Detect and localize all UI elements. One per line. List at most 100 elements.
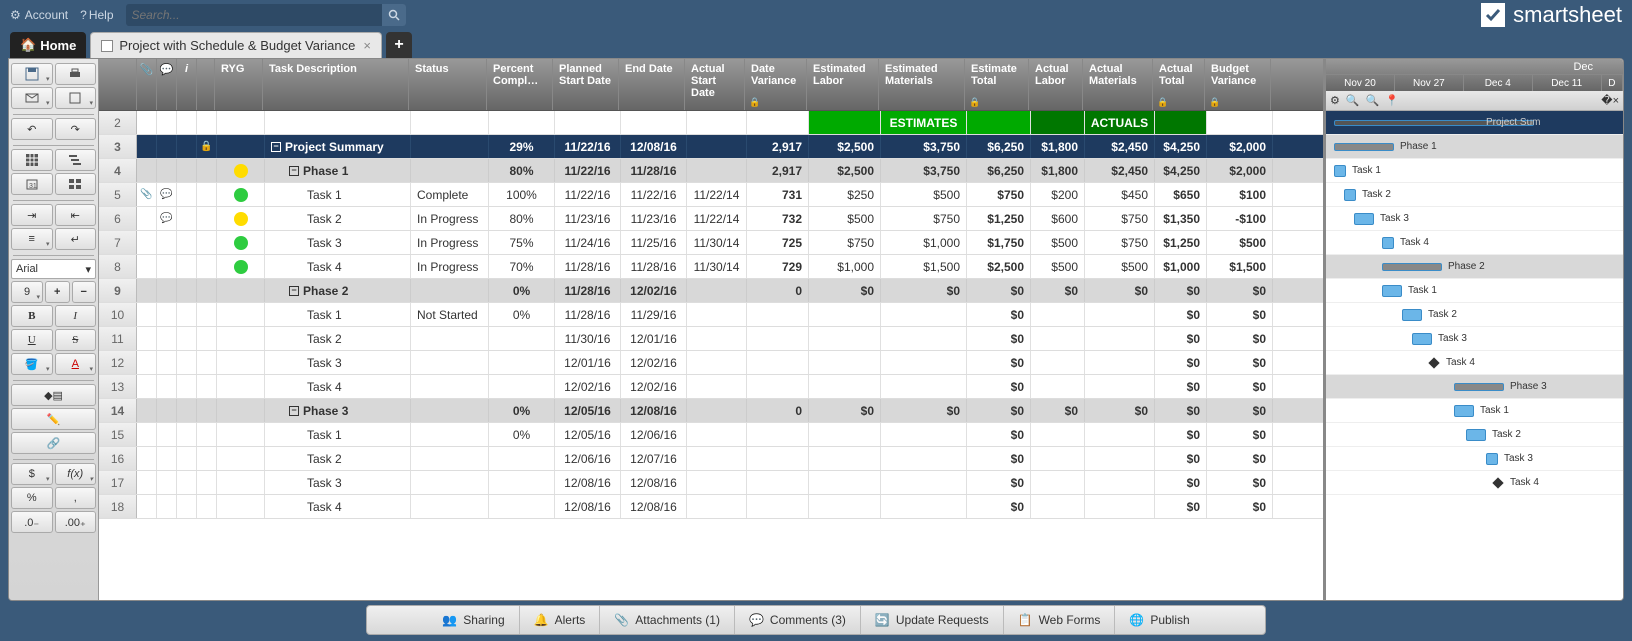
cell[interactable]: 11/30/14 [687,231,747,254]
search-field[interactable] [126,4,406,26]
cell[interactable] [1085,303,1155,326]
cell[interactable]: 12/08/16 [555,495,621,518]
print-button[interactable] [55,63,97,85]
col-pct[interactable]: Percent Compl… [487,59,553,110]
cell[interactable] [137,207,157,230]
cell[interactable] [137,303,157,326]
cell[interactable] [411,375,489,398]
cell[interactable]: $750 [809,231,881,254]
footer-comments[interactable]: 💬Comments (3) [735,606,861,634]
cell[interactable]: 100% [489,183,555,206]
cell[interactable]: $0 [1031,279,1085,302]
cell[interactable] [1031,375,1085,398]
cell[interactable]: $500 [881,183,967,206]
cell[interactable]: $2,000 [1207,159,1273,182]
cell[interactable]: 💬 [157,207,177,230]
cell[interactable]: 13 [99,375,137,398]
col-astart[interactable]: Actual Start Date [685,59,745,110]
cell[interactable]: $0 [1207,375,1273,398]
cell[interactable]: 12 [99,351,137,374]
cell[interactable] [1085,471,1155,494]
cell[interactable] [197,255,217,278]
cell[interactable] [217,471,265,494]
cell[interactable]: ESTIMATES [881,111,967,134]
save-button[interactable]: ▾ [11,63,53,85]
cell[interactable]: 11/23/16 [555,207,621,230]
cell[interactable]: 11/30/16 [555,327,621,350]
cell[interactable] [197,423,217,446]
footer-webforms[interactable]: 📋Web Forms [1004,606,1116,634]
cell[interactable] [687,471,747,494]
cell[interactable]: Task 2 [265,447,411,470]
cell[interactable]: 12/08/16 [621,135,687,158]
cell[interactable] [687,495,747,518]
cell[interactable]: $4,250 [1155,135,1207,158]
cell[interactable]: Task 2 [265,207,411,230]
cell[interactable] [157,255,177,278]
cell[interactable]: 11/22/16 [621,183,687,206]
cell[interactable] [881,375,967,398]
cell[interactable]: $2,000 [1207,135,1273,158]
cell[interactable]: $750 [1085,207,1155,230]
footer-alerts[interactable]: 🔔Alerts [520,606,601,634]
cell[interactable] [217,255,265,278]
cell[interactable]: $600 [1031,207,1085,230]
cell[interactable] [137,471,157,494]
cell[interactable]: Task 2 [265,327,411,350]
redo-button[interactable]: ↷ [55,118,97,140]
cell[interactable]: 731 [747,183,809,206]
cell[interactable]: $1,350 [1155,207,1207,230]
cell[interactable]: $6,250 [967,159,1031,182]
cell[interactable]: $0 [1207,471,1273,494]
cell[interactable] [967,111,1031,134]
cell[interactable] [411,351,489,374]
cell[interactable] [747,423,809,446]
cell[interactable]: 12/08/16 [621,495,687,518]
cell[interactable]: 11/24/16 [555,231,621,254]
indent-button[interactable]: ⇥ [11,204,53,226]
cell[interactable] [881,351,967,374]
cell[interactable] [1155,111,1207,134]
cell[interactable]: 12/08/16 [555,471,621,494]
table-row[interactable]: 3🔒−Project Summary29%11/22/1612/08/162,9… [99,135,1323,159]
cell[interactable] [217,279,265,302]
col-pstart[interactable]: Planned Start Date [553,59,619,110]
goto-today-icon[interactable]: 📍 [1385,94,1399,107]
cell[interactable] [1085,447,1155,470]
cell[interactable] [621,111,687,134]
cell[interactable]: 8 [99,255,137,278]
cell[interactable]: $500 [1031,255,1085,278]
cell[interactable] [411,495,489,518]
calendar-view-button[interactable]: 31 [11,173,53,195]
cell[interactable]: $0 [1207,351,1273,374]
cell[interactable]: 11/28/16 [555,303,621,326]
cell[interactable]: 16 [99,447,137,470]
cell[interactable] [157,279,177,302]
cell[interactable] [1085,423,1155,446]
cell[interactable] [411,279,489,302]
cell[interactable] [809,111,881,134]
zoom-out-icon[interactable]: 🔍 [1346,94,1360,107]
cell[interactable]: $2,500 [809,135,881,158]
cell[interactable] [809,495,881,518]
collapse-icon[interactable]: − [289,286,299,296]
col-dvar[interactable]: Date Variance🔒 [745,59,807,110]
cell[interactable]: 9 [99,279,137,302]
table-row[interactable]: 14−Phase 30%12/05/1612/08/160$0$0$0$0$0$… [99,399,1323,423]
outdent-button[interactable]: ⇤ [55,204,97,226]
cell[interactable]: $1,500 [881,255,967,278]
cell[interactable]: Task 1 [265,183,411,206]
cell[interactable] [1085,375,1155,398]
cell[interactable]: $650 [1155,183,1207,206]
cell[interactable] [157,135,177,158]
cell[interactable] [1031,351,1085,374]
cell[interactable] [177,255,197,278]
cell[interactable] [747,375,809,398]
cell[interactable] [411,111,489,134]
cell[interactable]: $1,800 [1031,135,1085,158]
cell[interactable] [217,327,265,350]
cell[interactable]: 11/25/16 [621,231,687,254]
cell[interactable] [197,447,217,470]
thousands-button[interactable]: , [55,487,97,509]
cell[interactable] [197,351,217,374]
